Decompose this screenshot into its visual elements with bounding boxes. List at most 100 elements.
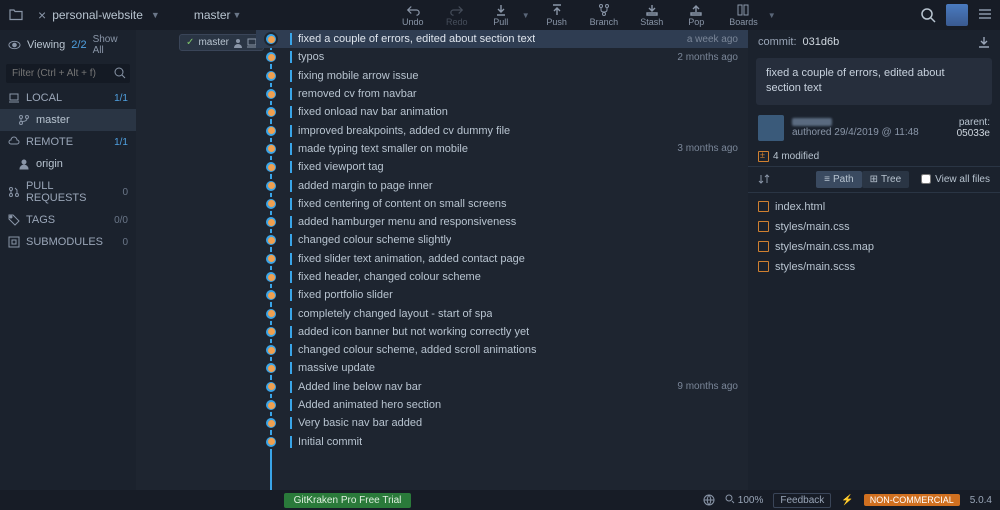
branch-crumb[interactable]: master ▼ xyxy=(184,8,252,22)
repo-name: personal-website xyxy=(52,8,143,22)
menu-icon[interactable] xyxy=(978,7,992,24)
commit-node[interactable] xyxy=(264,215,278,229)
commit-row[interactable]: fixed slider text animation, added conta… xyxy=(256,250,748,268)
commit-node[interactable] xyxy=(264,380,278,394)
commit-message: fixed onload nav bar animation xyxy=(298,106,448,118)
view-all-files-checkbox[interactable]: View all files xyxy=(921,174,990,185)
commit-message: completely changed layout - start of spa xyxy=(298,308,492,320)
commit-row[interactable]: fixed portfolio slider xyxy=(256,286,748,304)
commit-row[interactable]: added hamburger menu and responsiveness xyxy=(256,213,748,231)
commit-node[interactable] xyxy=(264,288,278,302)
trial-badge[interactable]: GitKraken Pro Free Trial xyxy=(284,493,412,508)
globe-icon[interactable] xyxy=(703,494,715,506)
commit-message: fixed viewport tag xyxy=(298,161,384,173)
commit-row[interactable]: fixed header, changed colour scheme xyxy=(256,268,748,286)
redo-button[interactable]: Redo xyxy=(440,4,474,27)
commit-row[interactable]: fixing mobile arrow issue xyxy=(256,67,748,85)
commit-row[interactable]: fixed centering of content on small scre… xyxy=(256,195,748,213)
commit-node[interactable] xyxy=(264,179,278,193)
show-all-button[interactable]: Show All xyxy=(93,34,128,56)
commit-row[interactable]: massive update xyxy=(256,359,748,377)
download-icon[interactable] xyxy=(978,36,990,48)
file-row[interactable]: styles/main.scss xyxy=(748,257,1000,277)
search-icon[interactable] xyxy=(114,67,126,79)
pop-button[interactable]: Pop xyxy=(679,4,713,27)
search-icon[interactable] xyxy=(920,7,936,23)
commit-node[interactable] xyxy=(264,87,278,101)
commit-node[interactable] xyxy=(264,307,278,321)
commit-node[interactable] xyxy=(264,325,278,339)
commit-message: fixed centering of content on small scre… xyxy=(298,198,507,210)
sidebar-section-submodules[interactable]: SUBMODULES 0 xyxy=(0,231,136,253)
commit-row[interactable]: changed colour scheme slightly xyxy=(256,231,748,249)
commit-row[interactable]: added margin to page inner xyxy=(256,176,748,194)
stash-button[interactable]: Stash xyxy=(634,4,669,27)
chevron-down-icon[interactable]: ▼ xyxy=(233,10,242,20)
commit-row[interactable]: Initial commit xyxy=(256,433,748,451)
view-tree-button[interactable]: ⊞Tree xyxy=(862,171,910,188)
commit-row[interactable]: changed colour scheme, added scroll anim… xyxy=(256,341,748,359)
pull-button[interactable]: Pull xyxy=(484,4,518,27)
commit-node[interactable] xyxy=(264,142,278,156)
sort-icon[interactable] xyxy=(758,173,770,185)
pull-dropdown[interactable]: ▼ xyxy=(522,11,530,20)
filter-input[interactable] xyxy=(6,64,130,83)
sidebar-section-remote[interactable]: REMOTE 1/1 xyxy=(0,131,136,153)
commit-node[interactable] xyxy=(264,398,278,412)
sidebar-section-tags[interactable]: TAGS 0/0 xyxy=(0,209,136,231)
commit-node[interactable] xyxy=(264,32,278,46)
commit-node[interactable] xyxy=(264,124,278,138)
commit-node[interactable] xyxy=(264,435,278,449)
commit-node[interactable] xyxy=(264,361,278,375)
commit-row[interactable]: typos2 months ago xyxy=(256,48,748,66)
commit-row[interactable]: Very basic nav bar added xyxy=(256,414,748,432)
commit-node[interactable] xyxy=(264,252,278,266)
commit-row[interactable]: added icon banner but not working correc… xyxy=(256,323,748,341)
commit-row[interactable]: fixed onload nav bar animation xyxy=(256,103,748,121)
chevron-down-icon[interactable]: ▼ xyxy=(151,10,160,20)
commit-row[interactable]: Added line below nav bar9 months ago xyxy=(256,378,748,396)
file-row[interactable]: styles/main.css xyxy=(748,217,1000,237)
commit-row[interactable]: Added animated hero section xyxy=(256,396,748,414)
commit-node[interactable] xyxy=(264,69,278,83)
commit-node[interactable] xyxy=(264,416,278,430)
commit-node[interactable] xyxy=(264,270,278,284)
commit-node[interactable] xyxy=(264,343,278,357)
commit-message: fixed slider text animation, added conta… xyxy=(298,253,525,265)
commit-node[interactable] xyxy=(264,233,278,247)
viewing-label: Viewing xyxy=(27,39,65,51)
view-path-button[interactable]: ≡Path xyxy=(816,171,861,188)
commit-row[interactable]: improved breakpoints, added cv dummy fil… xyxy=(256,121,748,139)
commit-message: improved breakpoints, added cv dummy fil… xyxy=(298,125,510,137)
commit-row[interactable]: removed cv from navbar xyxy=(256,85,748,103)
boards-dropdown[interactable]: ▼ xyxy=(768,11,776,20)
branch-label[interactable]: ✓ master xyxy=(179,34,264,51)
parent-sha[interactable]: 05033e xyxy=(957,128,990,139)
repo-tab[interactable]: × personal-website ▼ xyxy=(28,0,170,30)
commit-message: Added line below nav bar xyxy=(298,381,422,393)
folder-icon[interactable] xyxy=(8,7,24,23)
commit-row[interactable]: completely changed layout - start of spa xyxy=(256,304,748,322)
feedback-button[interactable]: Feedback xyxy=(773,493,831,508)
sidebar-section-local[interactable]: LOCAL 1/1 xyxy=(0,87,136,109)
commit-row[interactable]: fixed viewport tag xyxy=(256,158,748,176)
zoom-icon[interactable] xyxy=(725,494,735,504)
sidebar-section-pullrequests[interactable]: PULL REQUESTS 0 xyxy=(0,175,136,209)
file-row[interactable]: styles/main.css.map xyxy=(748,237,1000,257)
undo-button[interactable]: Undo xyxy=(396,4,430,27)
commit-node[interactable] xyxy=(264,105,278,119)
sidebar-item-master[interactable]: master xyxy=(0,109,136,131)
commit-row[interactable]: made typing text smaller on mobile3 mont… xyxy=(256,140,748,158)
commit-node[interactable] xyxy=(264,160,278,174)
sidebar-item-origin[interactable]: origin xyxy=(0,153,136,175)
commit-node[interactable] xyxy=(264,50,278,64)
push-button[interactable]: Push xyxy=(540,4,574,27)
close-tab-icon[interactable]: × xyxy=(38,7,46,23)
branch-button[interactable]: Branch xyxy=(584,4,625,27)
commit-row[interactable]: fixed a couple of errors, edited about s… xyxy=(256,30,748,48)
commit-message: fixing mobile arrow issue xyxy=(298,70,418,82)
user-avatar[interactable] xyxy=(946,4,968,26)
commit-node[interactable] xyxy=(264,197,278,211)
file-row[interactable]: index.html xyxy=(748,197,1000,217)
boards-button[interactable]: Boards xyxy=(723,4,764,27)
